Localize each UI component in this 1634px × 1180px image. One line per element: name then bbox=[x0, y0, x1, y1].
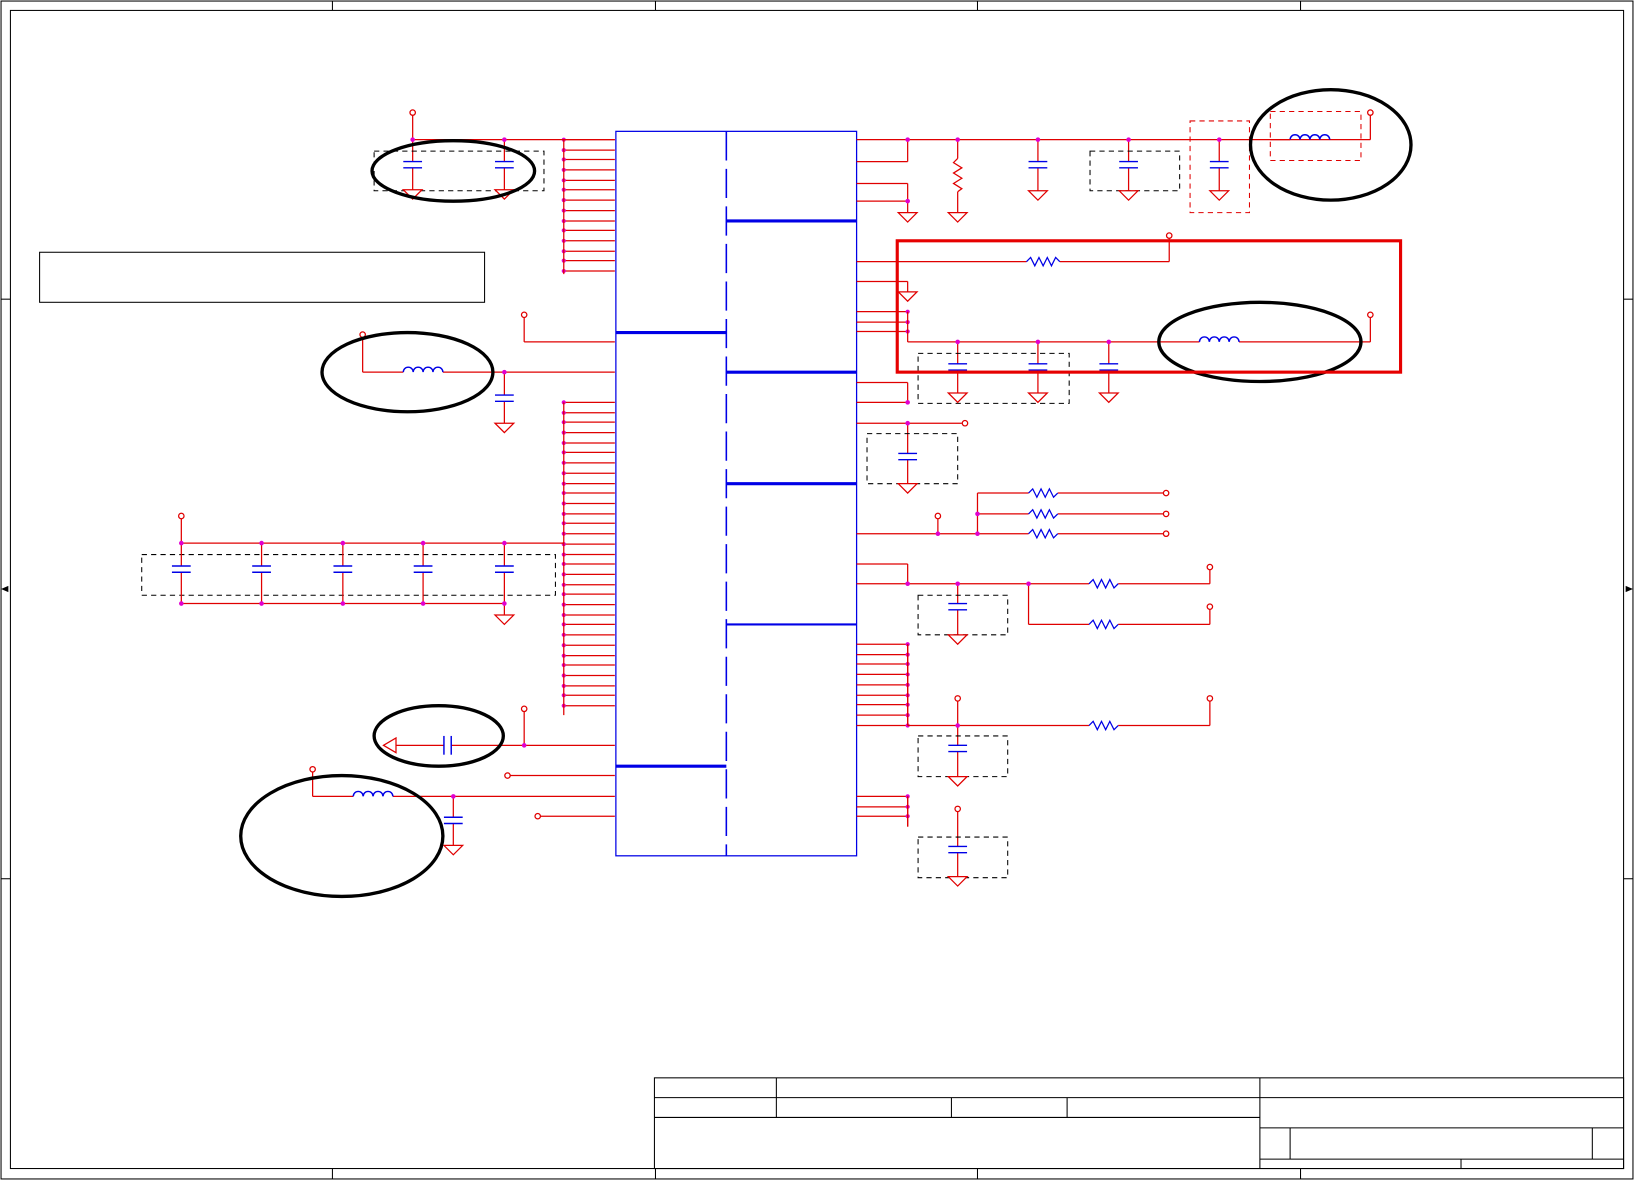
ic-body bbox=[615, 130, 858, 857]
ground-icon bbox=[1208, 190, 1231, 202]
ground-icon bbox=[896, 483, 919, 494]
ground-icon bbox=[493, 614, 516, 626]
ground-icon bbox=[1117, 190, 1140, 202]
schematic-diagram bbox=[0, 0, 1634, 1180]
capacitor-symbols bbox=[403, 160, 1229, 854]
note-box bbox=[39, 251, 486, 303]
ground-icon bbox=[946, 775, 969, 787]
ground-symbols bbox=[401, 189, 1231, 887]
vertical-resistor-symbol bbox=[952, 158, 964, 193]
ground-icon bbox=[946, 212, 969, 223]
junction-dot bbox=[502, 540, 507, 546]
annotation-ovals bbox=[239, 87, 1413, 899]
junction-dot bbox=[179, 601, 184, 606]
junction-dot bbox=[502, 601, 507, 606]
junction-dot bbox=[420, 601, 426, 606]
junction-dot bbox=[259, 540, 264, 546]
junction-dot bbox=[420, 540, 426, 546]
pins-left-mid bbox=[561, 400, 615, 716]
ground-icon bbox=[896, 291, 919, 303]
ground-icon bbox=[896, 212, 919, 223]
ground-icon bbox=[1027, 190, 1049, 202]
ground-symbol-sideways bbox=[382, 736, 397, 754]
ground-icon bbox=[946, 876, 969, 887]
pins-left-top bbox=[561, 137, 615, 275]
ground-icon bbox=[946, 634, 969, 646]
junction-dot bbox=[340, 601, 346, 606]
junction-dot bbox=[259, 601, 264, 606]
right-top-network bbox=[856, 109, 1374, 214]
right-lower-network bbox=[907, 644, 1214, 879]
ground-icon bbox=[1027, 392, 1049, 404]
pins-right bbox=[856, 309, 910, 827]
ground-icon bbox=[442, 844, 465, 856]
junction-dot bbox=[179, 540, 184, 546]
ground-icon bbox=[493, 422, 516, 434]
highlight-box bbox=[895, 239, 1403, 374]
junction-dot bbox=[340, 540, 346, 546]
ground-icon bbox=[1097, 392, 1120, 404]
inductor-symbols bbox=[352, 134, 1331, 797]
left-bottom-decoupling-network bbox=[141, 512, 564, 616]
left-inductor-network bbox=[359, 311, 615, 424]
title-block bbox=[653, 1077, 1625, 1170]
drawing-frame bbox=[0, 0, 1634, 1180]
right-middle-network bbox=[856, 381, 1214, 636]
ground-icon bbox=[946, 392, 969, 404]
